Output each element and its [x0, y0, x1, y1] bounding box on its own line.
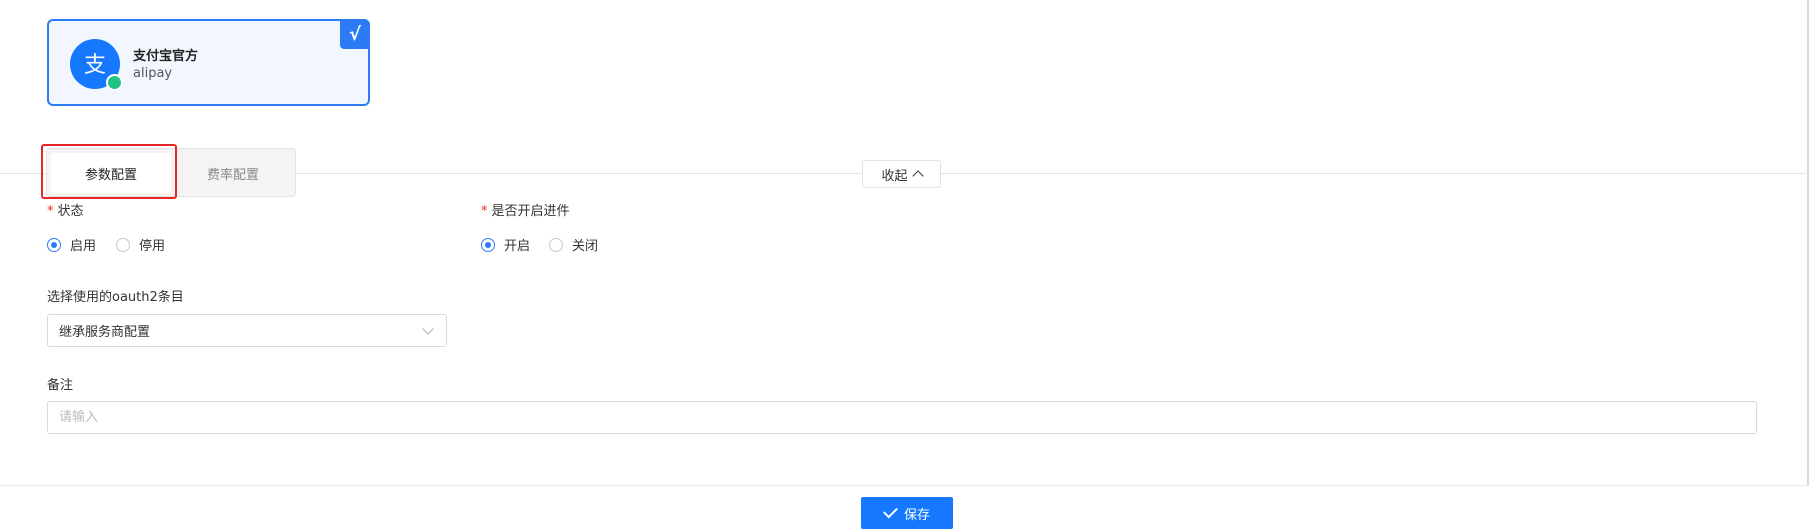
incoming-label: * 是否开启进件 — [481, 200, 570, 219]
check-icon — [883, 503, 898, 519]
radio-checked-icon — [481, 237, 495, 252]
radio-unchecked-icon — [116, 237, 130, 252]
oauth-label: 选择使用的oauth2条目 — [47, 290, 184, 305]
online-status-dot — [106, 74, 123, 91]
status-radio-disabled[interactable]: 停用 — [116, 235, 165, 254]
payment-method-name: 支付宝官方 — [133, 49, 199, 64]
collapse-label: 收起 — [881, 168, 908, 184]
radio-label: 关闭 — [572, 239, 599, 254]
radio-unchecked-icon — [549, 237, 563, 252]
status-radio-enabled[interactable]: 启用 — [47, 235, 96, 254]
radio-checked-icon — [47, 237, 61, 252]
remark-label: 备注 — [47, 378, 74, 393]
chevron-down-icon — [422, 323, 434, 335]
required-mark: * — [481, 204, 488, 219]
oauth-select[interactable]: 继承服务商配置 — [47, 314, 447, 347]
svg-text:支: 支 — [84, 53, 106, 78]
tab-parameter-config[interactable]: 参数配置 — [51, 153, 171, 193]
alipay-logo-icon: 支 — [70, 39, 123, 91]
status-label-text: 状态 — [57, 204, 84, 219]
oauth-selected-value: 继承服务商配置 — [59, 325, 151, 340]
status-label: * 状态 — [47, 200, 84, 219]
radio-label: 启用 — [70, 239, 97, 254]
collapse-button[interactable]: 收起 — [862, 160, 941, 188]
save-button[interactable]: 保存 — [861, 497, 953, 529]
radio-label: 开启 — [504, 239, 531, 254]
chevron-up-icon — [911, 170, 924, 182]
radio-label: 停用 — [139, 239, 166, 254]
remark-input[interactable] — [47, 401, 1757, 434]
incoming-radio-on[interactable]: 开启 — [481, 235, 530, 254]
config-tabs: 参数配置 费率配置 — [46, 148, 296, 197]
alipay-glyph-icon: 支 — [84, 53, 106, 78]
required-mark: * — [47, 204, 54, 219]
payment-method-card[interactable]: 支 支付宝官方 alipay √ — [47, 19, 370, 106]
incoming-label-text: 是否开启进件 — [491, 204, 570, 219]
incoming-radio-off[interactable]: 关闭 — [549, 235, 598, 254]
tab-rate-config[interactable]: 费率配置 — [173, 153, 293, 193]
selected-check-badge: √ — [340, 19, 370, 49]
payment-method-code: alipay — [133, 66, 173, 81]
save-label: 保存 — [903, 507, 930, 523]
footer-divider — [0, 485, 1809, 486]
